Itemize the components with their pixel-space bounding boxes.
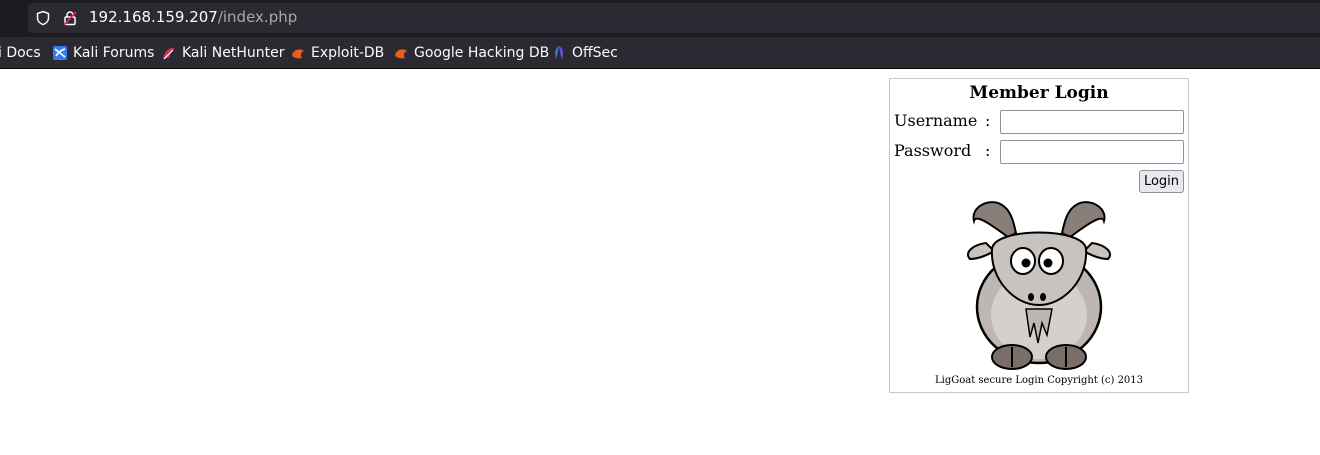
bookmark-label: OffSec — [572, 45, 618, 61]
bookmark-kali-nethunter[interactable]: Kali NetHunter — [161, 44, 284, 62]
bookmark-label: Google Hacking DB — [414, 45, 550, 61]
bookmark-label: Kali NetHunter — [182, 45, 285, 61]
bookmark-kali-docs[interactable]: i Docs — [0, 44, 41, 62]
password-label: Password — [894, 141, 972, 160]
url-host: 192.168.159.207 — [89, 8, 218, 26]
login-title: Member Login — [969, 83, 1109, 103]
kali-nethunter-icon — [163, 47, 175, 60]
username-input[interactable] — [1000, 110, 1184, 134]
insecure-lock-icon[interactable] — [62, 10, 78, 26]
bookmark-exploit-db[interactable]: Exploit-DB — [290, 44, 384, 62]
bookmark-label: i Docs — [0, 45, 41, 61]
member-login-panel: Member Login Username : Password : Login — [889, 78, 1189, 393]
url-path: /index.php — [217, 8, 298, 26]
password-colon: : — [985, 141, 991, 160]
browser-toolbar: 192.168.159.207/index.php — [0, 0, 1320, 37]
offsec-icon — [555, 46, 563, 59]
goat-mascot-image — [967, 201, 1111, 370]
bookmark-label: Kali Forums — [73, 45, 155, 61]
ghdb-icon — [395, 49, 407, 59]
exploit-db-icon — [292, 49, 304, 59]
bookmark-label: Exploit-DB — [311, 45, 385, 61]
bookmark-offsec[interactable]: OffSec — [551, 44, 618, 62]
tracking-protection-shield-icon[interactable] — [35, 10, 51, 26]
bookmark-google-hacking-db[interactable]: Google Hacking DB — [393, 44, 549, 62]
url-text[interactable]: 192.168.159.207/index.php — [89, 7, 297, 27]
login-button[interactable]: Login — [1139, 170, 1184, 193]
kali-forums-icon — [53, 46, 67, 60]
username-label: Username — [894, 111, 978, 130]
bookmark-kali-forums[interactable]: Kali Forums — [52, 44, 154, 62]
username-colon: : — [985, 111, 991, 130]
bookmarks-toolbar: i Docs Kali Forums Kali NetHunter Exploi… — [0, 37, 1320, 69]
copyright-text: LigGoat secure Login Copyright (c) 2013 — [934, 375, 1144, 386]
password-input[interactable] — [1000, 140, 1184, 164]
